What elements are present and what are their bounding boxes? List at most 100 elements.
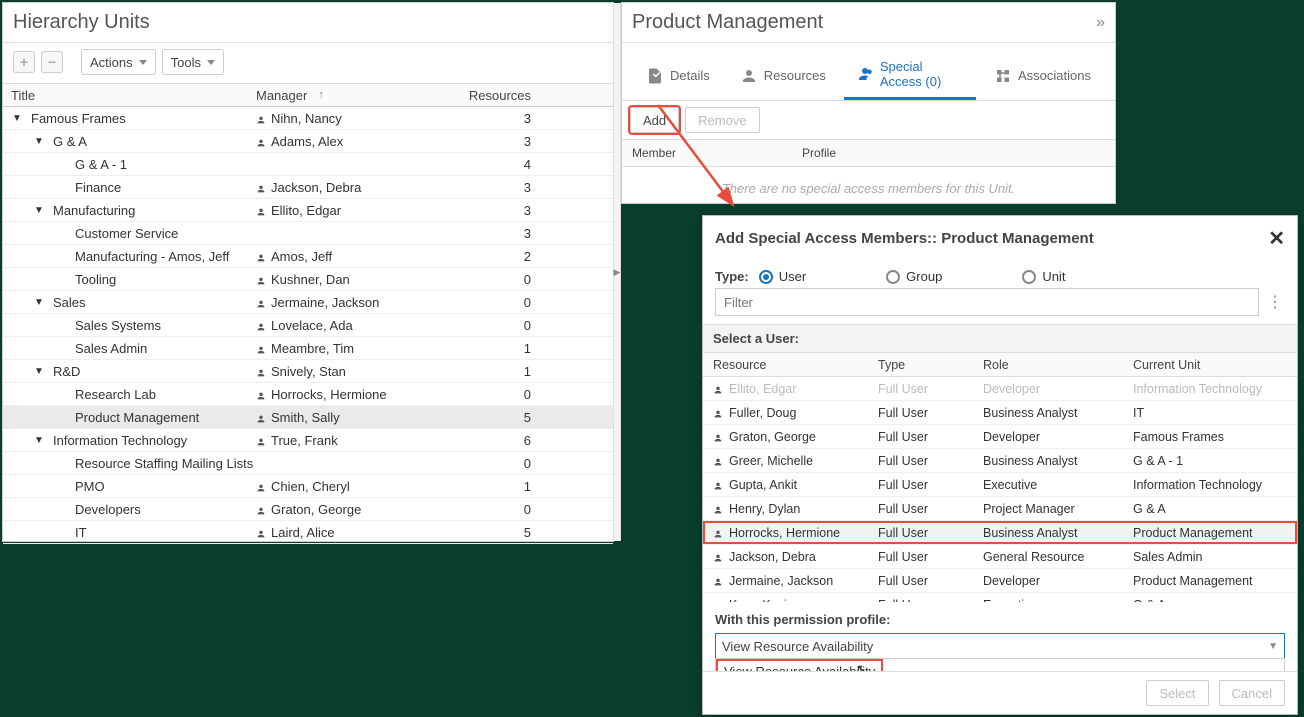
resource-count: 3	[446, 226, 613, 241]
tree-row[interactable]: Manufacturing - Amos, JeffAmos, Jeff2	[3, 245, 613, 268]
caret-down-icon: ▼	[1268, 641, 1278, 652]
col-current-unit[interactable]: Current Unit	[1133, 358, 1297, 372]
col-manager-header[interactable]: Manager↑	[256, 88, 446, 103]
filter-input[interactable]	[715, 288, 1259, 316]
actions-dropdown[interactable]: Actions	[81, 49, 156, 75]
tree-row[interactable]: FinanceJackson, Debra3	[3, 176, 613, 199]
col-role[interactable]: Role	[983, 358, 1133, 372]
resource-count: 4	[446, 157, 613, 172]
panel-divider[interactable]: ▶	[613, 3, 621, 541]
user-row[interactable]: Kern, KevinFull UserExecutiveG & A	[703, 593, 1297, 602]
user-name: Henry, Dylan	[729, 502, 800, 516]
tree-row[interactable]: Information TechnologyTrue, Frank6	[3, 429, 613, 452]
user-name: Jackson, Debra	[729, 550, 816, 564]
col-resource[interactable]: Resource	[703, 358, 878, 372]
details-icon	[646, 67, 664, 85]
col-type[interactable]: Type	[878, 358, 983, 372]
tab-details[interactable]: Details	[634, 51, 722, 100]
manager-name: Amos, Jeff	[271, 249, 332, 264]
permission-select[interactable]: View Resource Availability ▼	[715, 633, 1285, 659]
tree-row[interactable]: Resource Staffing Mailing Lists0	[3, 452, 613, 475]
tree-row[interactable]: DevelopersGraton, George0	[3, 498, 613, 521]
tree-body: Famous FramesNihn, Nancy3G & AAdams, Ale…	[3, 107, 613, 544]
tree-row[interactable]: PMOChien, Cheryl1	[3, 475, 613, 498]
user-row[interactable]: Horrocks, HermioneFull UserBusiness Anal…	[703, 521, 1297, 545]
unit-title: G & A	[53, 134, 87, 149]
tree-row[interactable]: G & AAdams, Alex3	[3, 130, 613, 153]
collapse-panel-icon[interactable]: »	[1096, 14, 1105, 32]
manager-name: Ellito, Edgar	[271, 203, 341, 218]
user-role: Business Analyst	[983, 454, 1133, 468]
tree-row[interactable]: Sales SystemsLovelace, Ada0	[3, 314, 613, 337]
user-row[interactable]: Jermaine, JacksonFull UserDeveloperProdu…	[703, 569, 1297, 593]
user-type: Full User	[878, 406, 983, 420]
col-resources-header[interactable]: Resources	[446, 88, 613, 103]
unit-title: R&D	[53, 364, 80, 379]
tree-row[interactable]: Product ManagementSmith, Sally5	[3, 406, 613, 429]
chevron-right-icon: ▶	[614, 267, 621, 278]
person-icon	[256, 389, 266, 399]
unit-title: Resource Staffing Mailing Lists	[75, 456, 253, 471]
user-row[interactable]: Ellito, EdgarFull UserDeveloperInformati…	[703, 377, 1297, 401]
tree-row[interactable]: ToolingKushner, Dan0	[3, 268, 613, 291]
type-user-radio[interactable]: User	[759, 269, 806, 284]
col-title-header[interactable]: Title	[3, 88, 256, 103]
type-row: Type: User Group Unit	[703, 261, 1297, 288]
user-unit: Product Management	[1133, 526, 1297, 540]
person-icon	[713, 456, 723, 466]
user-row[interactable]: Graton, GeorgeFull UserDeveloperFamous F…	[703, 425, 1297, 449]
add-unit-button[interactable]: +	[13, 51, 35, 73]
filter-menu-icon[interactable]: ⋮	[1265, 288, 1285, 316]
person-icon	[256, 136, 266, 146]
person-icon	[713, 384, 723, 394]
expand-toggle-icon[interactable]	[11, 113, 23, 124]
col-profile[interactable]: Profile	[792, 140, 1115, 166]
col-member[interactable]: Member	[622, 140, 792, 166]
person-icon	[713, 600, 723, 603]
manager-name: Jermaine, Jackson	[271, 295, 379, 310]
type-label: Type:	[715, 269, 749, 284]
select-button[interactable]: Select	[1146, 680, 1208, 706]
user-name: Gupta, Ankit	[729, 478, 797, 492]
user-role: Developer	[983, 574, 1133, 588]
expand-toggle-icon[interactable]	[33, 297, 45, 308]
expand-toggle-icon[interactable]	[33, 366, 45, 377]
tab-resources[interactable]: Resources	[728, 51, 838, 100]
tree-row[interactable]: G & A - 14	[3, 153, 613, 176]
tree-row[interactable]: SalesJermaine, Jackson0	[3, 291, 613, 314]
user-row[interactable]: Henry, DylanFull UserProject ManagerG & …	[703, 497, 1297, 521]
expand-toggle-icon[interactable]	[33, 435, 45, 446]
expand-toggle-icon[interactable]	[33, 205, 45, 216]
member-header: Member Profile	[622, 139, 1115, 167]
user-row[interactable]: Jackson, DebraFull UserGeneral ResourceS…	[703, 545, 1297, 569]
user-row[interactable]: Gupta, AnkitFull UserExecutiveInformatio…	[703, 473, 1297, 497]
tools-dropdown[interactable]: Tools	[162, 49, 224, 75]
user-role: Developer	[983, 430, 1133, 444]
tab-special-access[interactable]: Special Access (0)	[844, 51, 976, 100]
tab-associations[interactable]: Associations	[982, 51, 1103, 100]
person-icon	[256, 366, 266, 376]
tree-row[interactable]: ITLaird, Alice5	[3, 521, 613, 544]
user-role: Executive	[983, 598, 1133, 603]
user-row[interactable]: Fuller, DougFull UserBusiness AnalystIT	[703, 401, 1297, 425]
remove-unit-button[interactable]: −	[41, 51, 63, 73]
tree-row[interactable]: Research LabHorrocks, Hermione0	[3, 383, 613, 406]
cancel-button[interactable]: Cancel	[1219, 680, 1285, 706]
user-type: Full User	[878, 550, 983, 564]
user-row[interactable]: Greer, MichelleFull UserBusiness Analyst…	[703, 449, 1297, 473]
tree-row[interactable]: Customer Service3	[3, 222, 613, 245]
person-icon	[256, 527, 266, 537]
expand-toggle-icon[interactable]	[33, 136, 45, 147]
tree-row[interactable]: Famous FramesNihn, Nancy3	[3, 107, 613, 130]
user-table-body[interactable]: Ellito, EdgarFull UserDeveloperInformati…	[703, 377, 1297, 602]
filter-row: ⋮	[703, 288, 1297, 324]
type-unit-radio[interactable]: Unit	[1022, 269, 1065, 284]
tree-row[interactable]: ManufacturingEllito, Edgar3	[3, 199, 613, 222]
add-button[interactable]: Add	[630, 107, 679, 133]
type-group-radio[interactable]: Group	[886, 269, 942, 284]
tree-row[interactable]: R&DSnively, Stan1	[3, 360, 613, 383]
user-unit: G & A	[1133, 598, 1297, 603]
tree-row[interactable]: Sales AdminMeambre, Tim1	[3, 337, 613, 360]
person-icon	[713, 408, 723, 418]
close-icon[interactable]: ✕	[1268, 226, 1285, 251]
